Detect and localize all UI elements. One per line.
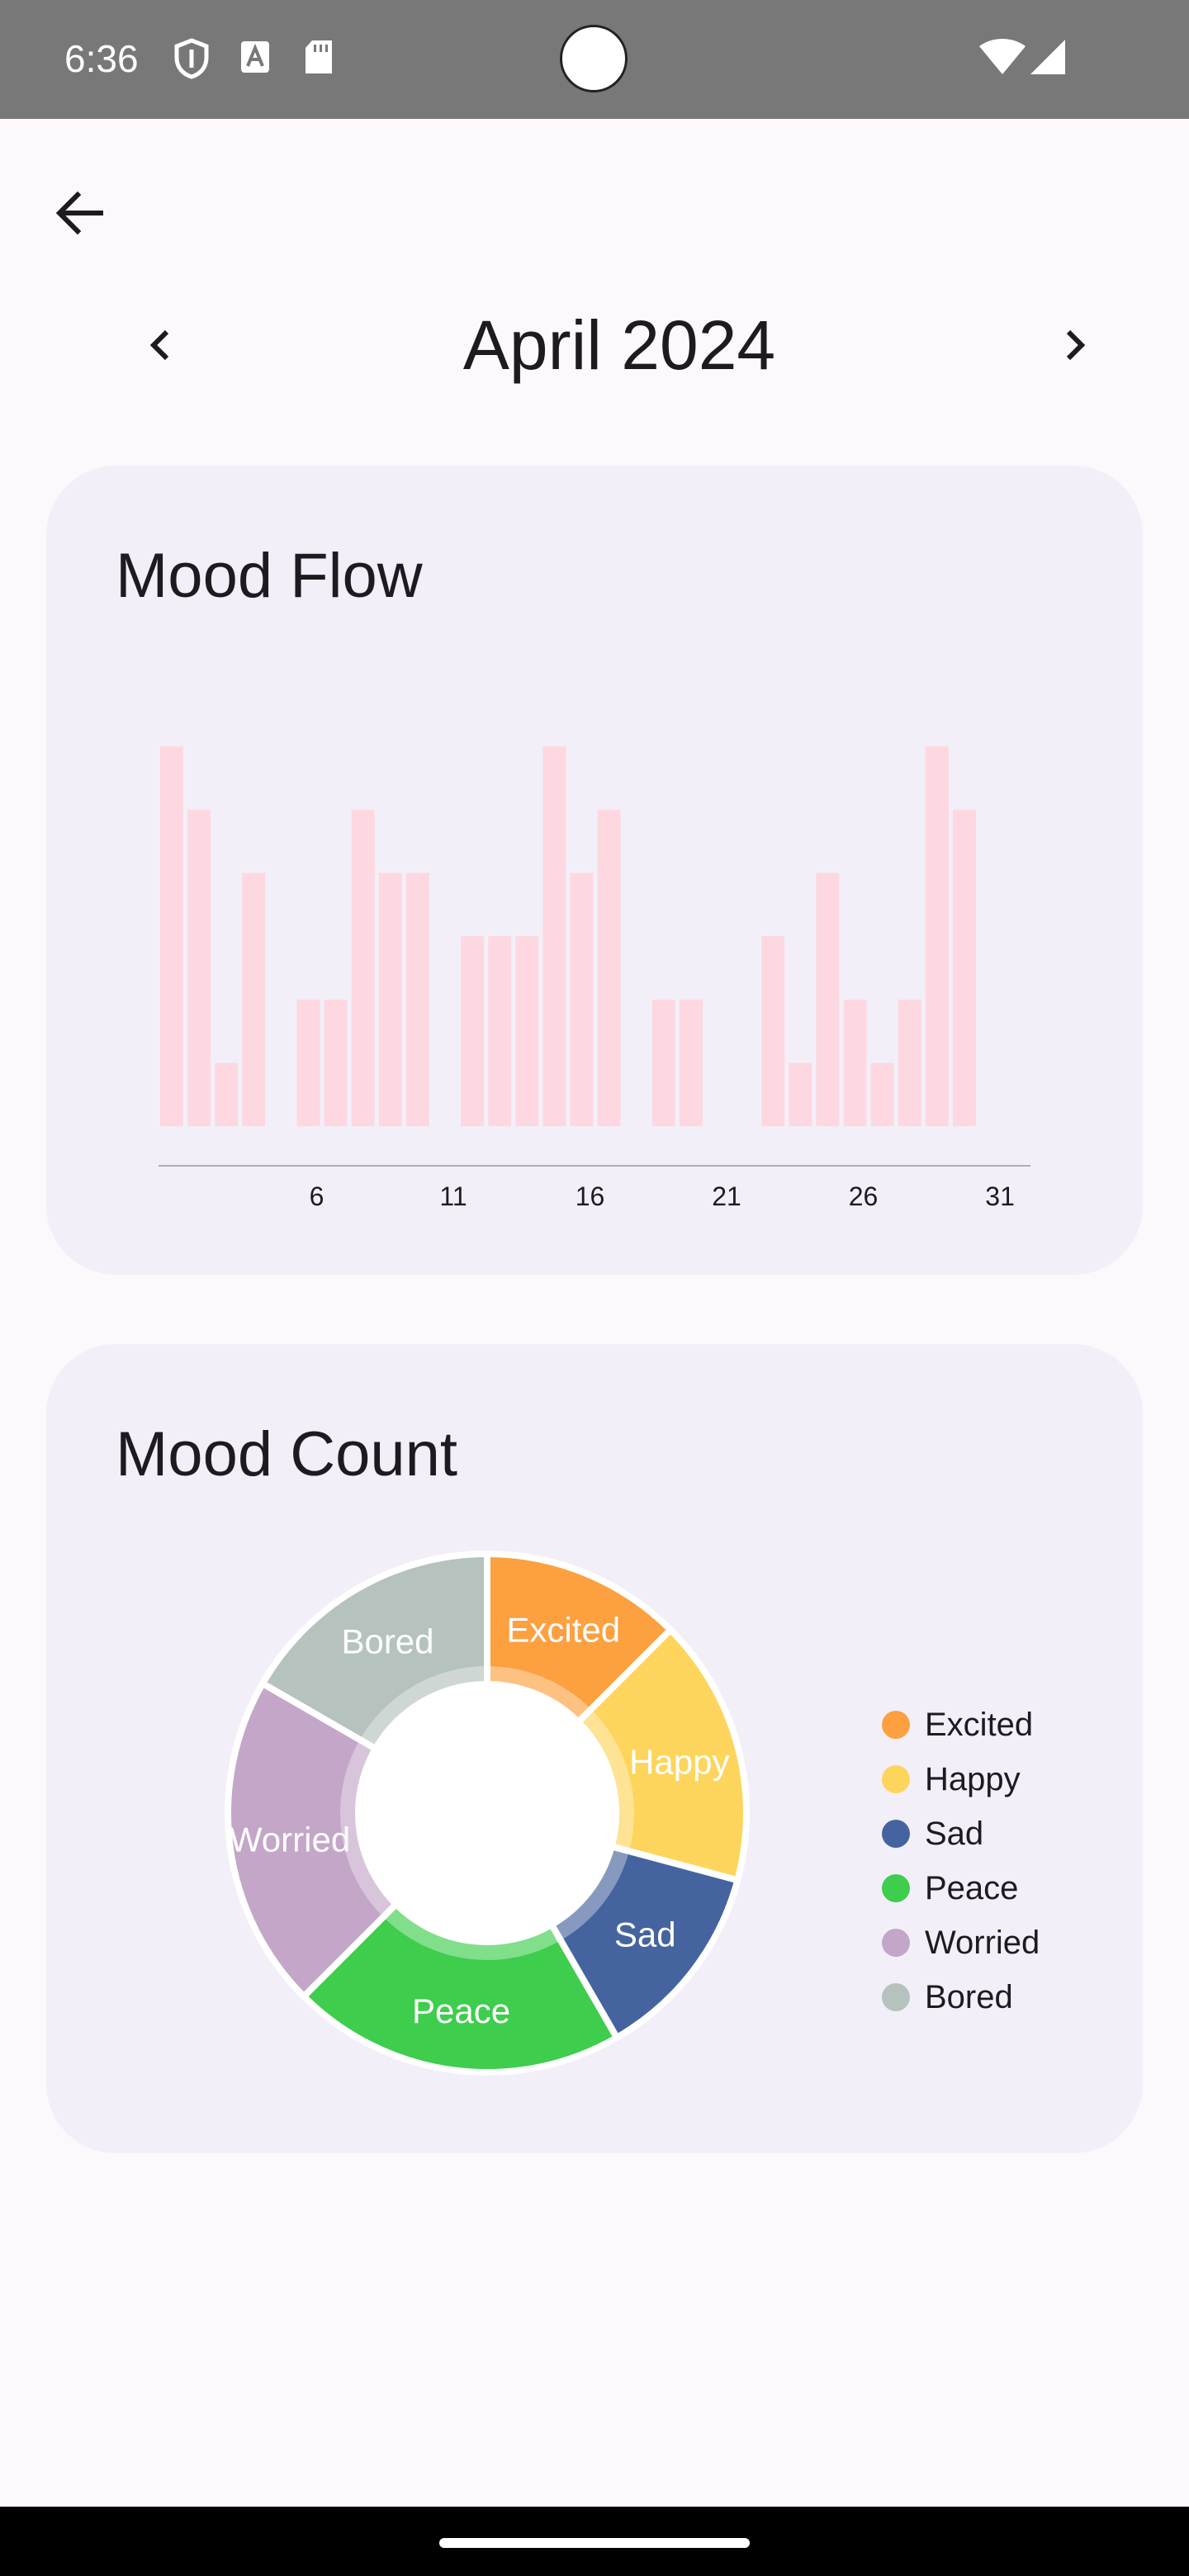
legend-dot	[882, 1929, 910, 1957]
mood-bar	[215, 1063, 239, 1126]
legend-item-happy: Happy	[882, 1752, 1040, 1807]
mood-bar	[187, 809, 211, 1126]
legend-label: Sad	[925, 1815, 984, 1852]
mood-bar	[242, 873, 266, 1126]
legend-item-excited: Excited	[882, 1698, 1040, 1752]
mood-count-legend: Excited Happy Sad Peace Worried Bored	[882, 1698, 1040, 2024]
legend-label: Excited	[925, 1706, 1034, 1743]
x-tick-label: 6	[310, 1181, 324, 1211]
mood-bar	[488, 936, 512, 1126]
legend-label: Worried	[925, 1924, 1040, 1961]
month-title: April 2024	[462, 306, 776, 384]
donut-hole	[358, 1684, 616, 1942]
mood-bar	[324, 999, 348, 1126]
x-tick-label: 21	[712, 1181, 741, 1211]
legend-dot	[882, 1711, 910, 1739]
shield-icon	[174, 38, 209, 79]
slice-label: Bored	[341, 1622, 433, 1660]
a-box-icon	[241, 41, 269, 73]
wifi-icon	[979, 39, 1026, 74]
mood-bar	[597, 809, 621, 1126]
mood-bar	[570, 873, 594, 1126]
mood-flow-card: Mood Flow 6 11 16 21 26 31	[46, 466, 1143, 1275]
slice-label: Worried	[230, 1820, 350, 1859]
slice-label: Peace	[412, 1991, 510, 2030]
mood-bar	[351, 809, 375, 1126]
camera-cutout	[560, 25, 628, 92]
mood-bar	[816, 873, 840, 1126]
legend-label: Peace	[925, 1869, 1019, 1906]
mood-bar	[461, 936, 485, 1126]
mood-bar	[789, 1063, 812, 1126]
legend-dot	[882, 1820, 910, 1848]
mood-bar	[651, 999, 675, 1126]
slice-label: Sad	[614, 1915, 676, 1954]
sd-card-icon	[306, 40, 332, 73]
x-tick-label: 26	[849, 1181, 879, 1211]
legend-item-bored: Bored	[882, 1970, 1040, 2024]
mood-bar	[378, 873, 402, 1126]
x-tick-label: 31	[985, 1181, 1015, 1211]
mood-bar	[296, 999, 320, 1126]
mood-bar	[898, 999, 921, 1126]
mood-bar	[160, 746, 183, 1126]
mood-bar	[515, 936, 539, 1126]
mood-count-donut-chart: Excited Happy Sad Peace Worried Bored	[225, 1550, 750, 2076]
mood-flow-bar-chart: 6 11 16 21 26 31	[159, 746, 1030, 1211]
legend-item-sad: Sad	[882, 1807, 1040, 1861]
chevron-left-icon[interactable]	[139, 322, 185, 368]
x-tick-label: 16	[576, 1181, 605, 1211]
legend-item-peace: Peace	[882, 1861, 1040, 1915]
signal-icon	[1030, 40, 1065, 74]
legend-dot	[882, 1874, 910, 1902]
arrow-back-icon[interactable]	[50, 182, 112, 244]
slice-label: Happy	[629, 1743, 729, 1782]
x-tick-label: 11	[439, 1181, 467, 1211]
legend-dot	[882, 1983, 910, 2011]
mood-count-card: Mood Count Excited Happy Sad Peace Worried Bo…	[46, 1344, 1143, 2153]
mood-bar	[761, 936, 785, 1126]
chevron-right-icon[interactable]	[1050, 322, 1097, 368]
mood-bar	[925, 746, 949, 1126]
mood-bar	[405, 873, 429, 1126]
navigation-bar	[0, 2507, 1189, 2576]
mood-bar	[953, 809, 976, 1126]
home-indicator[interactable]	[439, 2538, 750, 2548]
legend-label: Bored	[925, 1978, 1013, 2015]
mood-bar	[843, 999, 867, 1126]
legend-dot	[882, 1765, 910, 1793]
mood-bar	[870, 1063, 894, 1126]
legend-item-worried: Worried	[882, 1915, 1040, 1970]
status-bar: 6:36	[0, 0, 1189, 119]
mood-bar	[679, 999, 703, 1126]
legend-label: Happy	[925, 1760, 1021, 1797]
slice-label: Excited	[506, 1610, 620, 1649]
mood-bar	[542, 746, 566, 1126]
status-time: 6:36	[64, 37, 139, 80]
